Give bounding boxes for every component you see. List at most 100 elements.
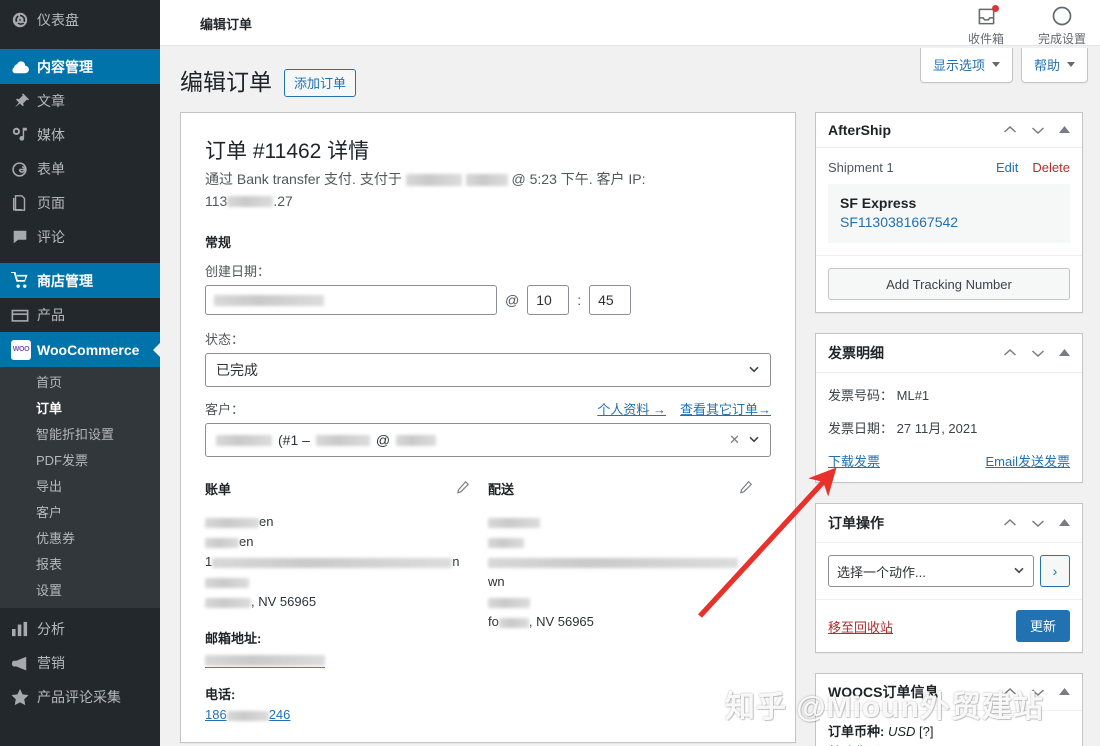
order-subtitle-part1: 通过 Bank transfer 支付. 支付于 <box>205 171 402 187</box>
edit-shipping-pencil-icon[interactable] <box>739 480 753 497</box>
analytics-icon <box>11 621 37 637</box>
sidebar-separator <box>0 254 160 263</box>
help-button[interactable]: 帮助 <box>1020 48 1088 83</box>
sidebar-subitem-pdf-invoice[interactable]: PDF发票 <box>0 448 160 474</box>
move-down-icon[interactable] <box>1031 518 1045 528</box>
sidebar-subitem-orders[interactable]: 订单 <box>0 396 160 422</box>
shipment-edit-link[interactable]: Edit <box>996 160 1018 175</box>
sidebar-subitem-coupons[interactable]: 优惠券 <box>0 526 160 552</box>
order-date-input[interactable] <box>205 285 497 316</box>
billing-line-5: , NV 56965 <box>205 592 470 612</box>
sidebar-item-comments[interactable]: 评论 <box>0 220 160 254</box>
screen-options-button[interactable]: 显示选项 <box>919 48 1013 83</box>
sidebar-item-posts[interactable]: 文章 <box>0 84 160 118</box>
move-down-icon[interactable] <box>1031 348 1045 358</box>
toggle-panel-icon[interactable] <box>1059 519 1070 527</box>
aftership-panel: AfterShip Shipment 1 Edit Delete SF Expr… <box>815 112 1083 313</box>
sidebar-item-content-management[interactable]: 内容管理 <box>0 49 160 84</box>
move-to-trash-link[interactable]: 移至回收站 <box>828 617 893 636</box>
toggle-panel-icon[interactable] <box>1059 688 1070 696</box>
order-details-panel: 订单 #11462 详情 通过 Bank transfer 支付. 支付于 @ … <box>180 112 796 744</box>
invoice-date-label: 发票日期： <box>828 421 894 436</box>
billing-email-value[interactable] <box>205 652 325 669</box>
woocs-order-currency-help[interactable]: [?] <box>919 724 933 739</box>
move-down-icon[interactable] <box>1031 125 1045 135</box>
woocs-base-currency-row: 基础货币: USD <box>828 742 1070 746</box>
move-up-icon[interactable] <box>1003 348 1017 358</box>
inbox-button[interactable]: 收件箱 <box>948 0 1024 47</box>
sidebar-item-store-management[interactable]: 商店管理 <box>0 263 160 298</box>
order-ip-suffix: .27 <box>273 192 293 209</box>
sidebar-item-marketing[interactable]: 营销 <box>0 646 160 680</box>
pin-icon <box>11 92 37 110</box>
move-up-icon[interactable] <box>1003 125 1017 135</box>
redacted-billing-name-1 <box>205 517 259 528</box>
sidebar-item-label: 媒体 <box>37 127 65 143</box>
order-action-row: 选择一个动作... › <box>828 555 1070 587</box>
toggle-panel-icon[interactable] <box>1059 349 1070 357</box>
sidebar-subitem-customers[interactable]: 客户 <box>0 500 160 526</box>
main-column: 订单 #11462 详情 通过 Bank transfer 支付. 支付于 @ … <box>180 112 796 746</box>
move-down-icon[interactable] <box>1031 687 1045 697</box>
move-up-icon[interactable] <box>1003 687 1017 697</box>
download-invoice-link[interactable]: 下载发票 <box>828 451 880 470</box>
sidebar-item-pages[interactable]: 页面 <box>0 186 160 220</box>
customer-select-value: (#1 – @ <box>216 432 437 448</box>
sidebar-item-media[interactable]: 媒体 <box>0 118 160 152</box>
toggle-panel-icon[interactable] <box>1059 126 1070 134</box>
add-order-button[interactable]: 添加订单 <box>284 68 357 97</box>
update-order-button[interactable]: 更新 <box>1015 610 1070 642</box>
billing-name-suffix-2: en <box>239 534 254 550</box>
sidebar-subitem-smart-discount[interactable]: 智能折扣设置 <box>0 422 160 448</box>
finish-setup-button[interactable]: 完成设置 <box>1024 0 1100 47</box>
sidebar-subitem-reports[interactable]: 报表 <box>0 552 160 578</box>
admin-bar-site-title[interactable]: 编辑订单 <box>200 14 252 33</box>
sidebar-subitem-export[interactable]: 导出 <box>0 474 160 500</box>
sidebar-item-dashboard[interactable]: 仪表盘 <box>0 0 160 40</box>
sidebar-item-products[interactable]: 产品 <box>0 298 160 332</box>
invoice-number-value: ML#1 <box>896 388 930 403</box>
shipping-state-zip: , NV 56965 <box>528 614 594 630</box>
order-action-select[interactable]: 选择一个动作... <box>828 555 1034 587</box>
woocs-panel-title: WOOCS订单信息 <box>828 684 939 700</box>
apply-action-button[interactable]: › <box>1040 555 1070 587</box>
sidebar-item-analytics[interactable]: 分析 <box>0 612 160 646</box>
aftership-panel-title: AfterShip <box>828 122 891 138</box>
customer-links: 个人资料 → 查看其它订单→ <box>597 399 771 418</box>
customer-label: 客户： <box>205 402 245 418</box>
sidebar-subitem-home[interactable]: 首页 <box>0 370 160 396</box>
dashboard-icon <box>11 11 37 29</box>
customer-profile-link[interactable]: 个人资料 → <box>597 399 666 418</box>
invoice-panel-body: 发票号码： ML#1 发票日期： 27 11月, 2021 下载发票 Email… <box>816 373 1082 482</box>
sidebar-item-woocommerce[interactable]: WOO WooCommerce <box>0 332 160 367</box>
page-header: 编辑订单 添加订单 <box>180 68 357 98</box>
billing-phone-value[interactable]: 186 246 <box>205 707 290 722</box>
billing-phone-prefix: 186 <box>205 707 227 723</box>
sidebar-subitem-settings[interactable]: 设置 <box>0 578 160 604</box>
customer-select[interactable]: (#1 – @ ✕ <box>205 423 771 458</box>
order-minute-input[interactable]: 45 <box>589 285 632 316</box>
redacted-billing-city <box>205 597 251 608</box>
aftership-panel-body: Shipment 1 Edit Delete SF Express SF1130… <box>816 148 1082 255</box>
order-hour-input[interactable]: 10 <box>527 285 570 316</box>
customer-other-orders-link[interactable]: 查看其它订单→ <box>680 399 771 418</box>
email-invoice-link[interactable]: Email发送发票 <box>985 451 1070 470</box>
shipment-delete-link[interactable]: Delete <box>1032 160 1070 175</box>
order-status-select[interactable]: 已完成 <box>205 353 771 388</box>
clear-customer-icon[interactable]: ✕ <box>729 432 740 448</box>
finish-setup-label: 完成设置 <box>1037 32 1086 46</box>
redacted-shipping-name-1 <box>488 517 540 528</box>
redacted-billing-street <box>212 557 453 568</box>
sidebar-item-forms[interactable]: 表单 <box>0 152 160 186</box>
add-tracking-number-button[interactable]: Add Tracking Number <box>828 268 1070 300</box>
shipping-line-4 <box>488 592 753 612</box>
sidebar-item-product-review-collector[interactable]: 产品评论采集 <box>0 680 160 714</box>
order-ip-prefix: 113 <box>205 192 228 209</box>
move-up-icon[interactable] <box>1003 518 1017 528</box>
billing-line-1: en <box>205 512 470 532</box>
screen-meta-links: 显示选项 帮助 <box>919 48 1088 83</box>
shipment-tracking-number[interactable]: SF1130381667542 <box>840 214 1058 230</box>
redacted-shipping-line4 <box>488 597 530 608</box>
woocs-panel-body: 订单币种: USD [?] 基础货币: USD <box>816 711 1082 746</box>
edit-billing-pencil-icon[interactable] <box>456 480 470 497</box>
